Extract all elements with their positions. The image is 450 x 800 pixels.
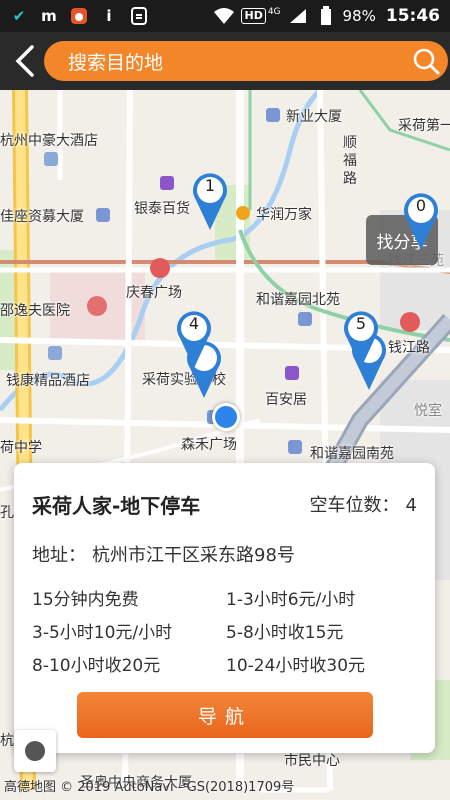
check-icon: ✔ [12, 7, 26, 25]
free-spaces: 空车位数： 4 [304, 491, 417, 517]
clock: 15:46 [385, 6, 440, 26]
battery-icon [315, 6, 337, 26]
parking-pin[interactable]: 5 [341, 308, 381, 370]
map-label: 悦室 [414, 403, 442, 419]
parking-pin[interactable]: 0 [401, 190, 441, 252]
building-icon [288, 440, 302, 454]
supermarket-icon [236, 206, 250, 220]
map-label: 佳座资募大厦 [0, 209, 84, 225]
m-app-icon: m [41, 7, 57, 25]
back-button[interactable] [10, 44, 40, 78]
pin-count: 5 [355, 314, 367, 333]
fee-item: 10-24小时收30元 [226, 656, 366, 676]
map-label: 庆春广场 [126, 285, 182, 301]
map-label: 杭 [0, 733, 14, 749]
building-icon [96, 208, 110, 222]
map-label: 钱江路 [388, 340, 430, 356]
building-icon [298, 312, 312, 326]
free-spaces-label: 空车位数： [309, 495, 400, 516]
map-label: 采荷第一 [398, 118, 450, 134]
hotel-icon [44, 152, 58, 166]
sync-icon [128, 6, 150, 26]
map-label: 百安居 [265, 392, 307, 408]
info-icon: i [106, 7, 112, 25]
search-icon[interactable] [412, 47, 440, 75]
signal-icon [287, 6, 309, 26]
app-icon [68, 6, 90, 26]
map-copyright: 高德地图 © 2019 AutoNavi - GS(2018)1709号 [4, 780, 295, 795]
parking-name: 采荷人家-地下停车 [32, 494, 201, 518]
building-icon [266, 108, 280, 122]
metro-icon [400, 312, 420, 332]
map-label: 新业大厦 [286, 109, 342, 125]
map-label: 邵逸夫医院 [0, 303, 70, 319]
fee-item: 3-5小时10元/小时 [32, 623, 173, 643]
map-label: 和谐嘉园北苑 [256, 292, 340, 308]
fee-item: 1-3小时6元/小时 [226, 590, 356, 610]
pin-count: 0 [415, 196, 427, 215]
network-gen: 4G [267, 7, 281, 17]
hd-badge: HD [241, 8, 266, 24]
current-location-dot [212, 403, 240, 431]
fee-list: 15分钟内免费 1-3小时6元/小时 3-5小时10元/小时 5-8小时收15元… [32, 585, 422, 676]
map-label: 福 [343, 153, 357, 169]
map-label: 路 [343, 171, 357, 187]
address-value: 杭州市江干区采东路98号 [92, 545, 295, 566]
map-label: 钱康精品酒店 [6, 373, 90, 389]
search-placeholder: 搜索目的地 [68, 51, 164, 74]
shopping-icon [285, 366, 299, 380]
navigate-button[interactable]: 导航 [77, 692, 373, 738]
hotel-icon [48, 346, 62, 360]
fee-item: 5-8小时收15元 [226, 623, 344, 643]
search-bar[interactable]: 搜索目的地 [44, 41, 448, 81]
address-label: 地址： [32, 545, 86, 566]
locate-icon [25, 741, 45, 761]
map-label: 市民中心 [284, 753, 340, 769]
hospital-icon [87, 296, 107, 316]
map-label: 孔 [0, 505, 14, 521]
parking-pin[interactable]: 4 [174, 308, 214, 370]
free-spaces-value: 4 [405, 495, 417, 516]
map-label: 杭州中豪大酒店 [0, 133, 98, 149]
pin-count: 4 [188, 314, 200, 333]
map-label: 顺 [343, 135, 357, 151]
chevron-left-icon [15, 45, 34, 77]
parking-pin[interactable]: 1 [190, 170, 230, 232]
map-label: 和谐嘉园南苑 [310, 446, 394, 462]
pin-count: 1 [204, 176, 216, 195]
header: 搜索目的地 [0, 32, 450, 90]
map-label: 银泰百货 [134, 201, 190, 217]
shopping-icon [160, 176, 174, 190]
map-label: 荷中学 [0, 440, 42, 456]
locate-button[interactable] [14, 730, 56, 772]
fee-item: 8-10小时收20元 [32, 656, 161, 676]
metro-icon [150, 258, 170, 278]
map-label: 森禾广场 [181, 437, 237, 453]
battery-percent: 98% [342, 7, 376, 25]
parking-address: 地址： 杭州市江干区采东路98号 [32, 541, 295, 567]
map-label: 华润万家 [256, 207, 312, 223]
fee-item: 15分钟内免费 [32, 590, 139, 610]
status-bar: ✔ m i HD 4G 98% 15:46 [0, 0, 450, 32]
wifi-icon [213, 6, 235, 26]
parking-info-card: 采荷人家-地下停车 空车位数： 4 地址： 杭州市江干区采东路98号 15分钟内免费… [14, 463, 435, 753]
